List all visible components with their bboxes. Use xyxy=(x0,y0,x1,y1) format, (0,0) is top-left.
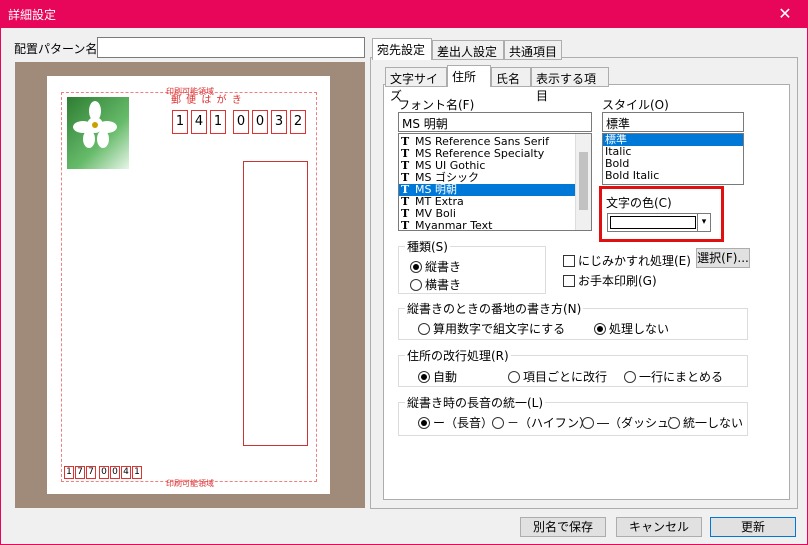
layout-name-label: 配置パターン名 xyxy=(14,42,98,56)
radio-per-item[interactable]: 項目ごとに改行 xyxy=(508,368,607,385)
zip-digit: 0 xyxy=(252,110,268,134)
printable-area-bottom-label: 印刷可能領域 xyxy=(166,479,214,488)
tab-common[interactable]: 共通項目 xyxy=(504,40,562,60)
layout-name-input[interactable] xyxy=(97,37,365,58)
color-swatch xyxy=(610,216,696,229)
radio-long-vowel[interactable]: ー（長音） xyxy=(418,414,493,431)
tab-address[interactable]: 住所 xyxy=(447,65,491,87)
radio-dot xyxy=(624,371,636,383)
truetype-icon: T xyxy=(401,219,410,231)
linebreak-label: 住所の改行処理(R) xyxy=(405,347,511,364)
save-as-button[interactable]: 別名で保存 xyxy=(520,517,606,537)
checkbox-box xyxy=(563,275,575,287)
sender-zip-digit: 1 xyxy=(132,466,142,479)
zip-digit: 3 xyxy=(271,110,287,134)
flower-icon xyxy=(73,101,117,148)
select-button[interactable]: 選択(F)... xyxy=(696,248,750,268)
title-bar: 詳細設定 ✕ xyxy=(0,0,808,28)
sender-zip-digit: 7 xyxy=(75,466,85,479)
zip-digit: 0 xyxy=(233,110,249,134)
radio-no-unify[interactable]: 統一しない xyxy=(668,414,743,431)
radio-dot xyxy=(492,417,504,429)
zip-digit: 4 xyxy=(191,110,207,134)
font-list-item[interactable]: T Myanmar Text xyxy=(399,220,591,231)
radio-dot xyxy=(418,417,430,429)
sender-zip-digit: 0 xyxy=(99,466,109,479)
font-list-scrollbar[interactable] xyxy=(575,134,591,230)
radio-dot xyxy=(508,371,520,383)
checkbox-box xyxy=(563,255,575,267)
longvowel-label: 縦書き時の長音の統一(L) xyxy=(405,394,546,411)
sender-zip-digit: 0 xyxy=(110,466,120,479)
style-input[interactable]: 標準 xyxy=(602,112,744,132)
close-icon[interactable]: ✕ xyxy=(762,0,808,28)
tab-recipient[interactable]: 宛先設定 xyxy=(372,38,432,60)
radio-hyphen[interactable]: －（ハイフン） xyxy=(492,414,591,431)
blur-checkbox[interactable]: にじみかすれ処理(E) xyxy=(563,252,691,269)
font-label: フォント名(F) xyxy=(398,98,475,112)
window-title: 詳細設定 xyxy=(8,8,57,22)
font-list[interactable]: T MS Reference Sans Serif T MS Reference S… xyxy=(398,133,592,231)
tab-name[interactable]: 氏名 xyxy=(491,67,531,87)
cancel-button[interactable]: キャンセル xyxy=(616,517,702,537)
radio-no-processing[interactable]: 処理しない xyxy=(594,320,669,337)
tab-font-size[interactable]: 文字サイズ xyxy=(385,67,447,103)
style-label: スタイル(O) xyxy=(602,98,669,112)
radio-single-line[interactable]: 一行にまとめる xyxy=(624,368,723,385)
update-button[interactable]: 更新 xyxy=(710,517,796,537)
sender-zip-digit: 1 xyxy=(64,466,74,479)
zip-digit: 1 xyxy=(172,110,188,134)
radio-dot xyxy=(594,323,606,335)
kind-label: 種類(S) xyxy=(405,238,450,255)
address-area xyxy=(243,161,308,446)
tab-display-items[interactable]: 表示する項目 xyxy=(531,67,609,103)
radio-dot xyxy=(418,323,430,335)
sender-zip-digit: 4 xyxy=(121,466,131,479)
stamp-image xyxy=(67,97,129,169)
radio-auto[interactable]: 自動 xyxy=(418,368,457,385)
radio-dot xyxy=(418,371,430,383)
radio-dash[interactable]: ―（ダッシュ） xyxy=(582,414,681,431)
style-list[interactable]: 標準 Italic Bold Bold Italic xyxy=(602,133,744,185)
color-label: 文字の色(C) xyxy=(606,196,672,210)
radio-dot xyxy=(582,417,594,429)
color-picker[interactable]: ▾ xyxy=(607,213,711,232)
zip-digit: 2 xyxy=(290,110,306,134)
radio-arabic-numerals[interactable]: 算用数字で組文字にする xyxy=(418,320,565,337)
chevron-down-icon[interactable]: ▾ xyxy=(697,214,710,231)
radio-vertical[interactable]: 縦書き xyxy=(410,258,461,275)
radio-dot xyxy=(668,417,680,429)
banchi-label: 縦書きのときの番地の書き方(N) xyxy=(405,300,584,317)
radio-dot xyxy=(410,279,422,291)
font-input[interactable]: MS 明朝 xyxy=(398,112,592,132)
style-list-item[interactable]: Bold Italic xyxy=(603,170,743,182)
sender-zip-digit: 7 xyxy=(86,466,96,479)
tab-sender[interactable]: 差出人設定 xyxy=(432,40,504,60)
model-print-checkbox[interactable]: お手本印刷(G) xyxy=(563,272,657,289)
radio-horizontal[interactable]: 横書き xyxy=(410,276,461,293)
postcard-header: 郵 便 は が き xyxy=(171,95,243,106)
scrollbar-thumb[interactable] xyxy=(579,152,588,210)
zip-digit: 1 xyxy=(210,110,226,134)
radio-dot xyxy=(410,261,422,273)
